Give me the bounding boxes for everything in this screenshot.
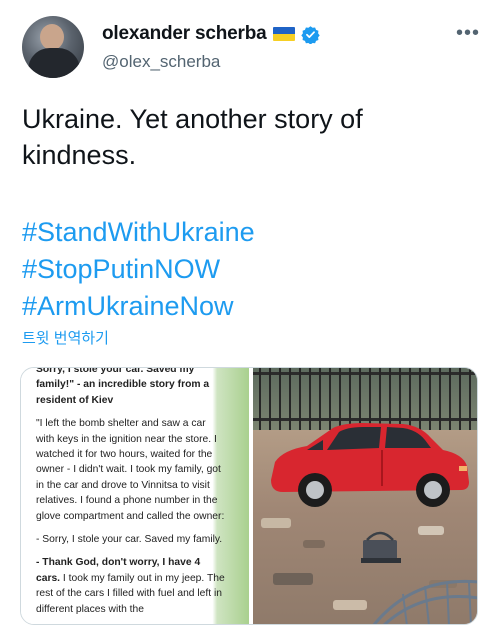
hashtag-link[interactable]: #StandWithUkraine: [22, 214, 482, 251]
avatar-body: [28, 48, 80, 78]
story-paragraph-2: - Sorry, I stole your car. Saved my fami…: [36, 534, 223, 546]
rubble-piece: [261, 518, 291, 528]
avatar[interactable]: [22, 16, 84, 78]
broken-fence-graphic: [373, 579, 477, 624]
tweet-media[interactable]: Sorry, I stole your car. Saved my family…: [20, 367, 478, 625]
tweet-text: Ukraine. Yet another story of kindness.: [22, 104, 363, 170]
author-display-name[interactable]: olexander scherba: [102, 23, 267, 45]
rubble-piece: [273, 573, 313, 585]
ukraine-flag-icon: [272, 27, 295, 41]
story-text: Sorry, I stole your car. Saved my family…: [36, 367, 226, 624]
story-cutoff-line: Sorry, I stole your car. Saved my: [36, 367, 195, 375]
story-paragraph-3-rest: I took my family out in my jeep. The res…: [36, 572, 225, 615]
story-lead-bold: family!": [36, 379, 75, 391]
red-car-graphic: [271, 423, 469, 507]
verified-badge-icon: [300, 25, 320, 44]
hashtag-list: #StandWithUkraine #StopPutinNOW #ArmUkra…: [22, 214, 482, 325]
rubble-piece: [333, 600, 367, 610]
tweet-header: olexander scherba @olex_scherba •••: [22, 14, 482, 82]
story-paragraph-1: "I left the bomb shelter and saw a car w…: [36, 418, 225, 522]
hashtag-link[interactable]: #StopPutinNOW: [22, 251, 482, 288]
name-row: olexander scherba: [102, 23, 320, 45]
avatar-head: [40, 24, 64, 50]
story-screenshot-image[interactable]: Sorry, I stole your car. Saved my family…: [21, 367, 249, 624]
hashtag-link[interactable]: #ArmUkraineNow: [22, 288, 482, 325]
red-car-photo[interactable]: [253, 368, 477, 624]
rubble-piece: [303, 540, 325, 548]
author-handle[interactable]: @olex_scherba: [102, 52, 220, 72]
rubble-piece: [418, 526, 444, 535]
translate-tweet-link[interactable]: 트윗 번역하기: [22, 327, 109, 348]
more-options-icon[interactable]: •••: [456, 22, 480, 45]
